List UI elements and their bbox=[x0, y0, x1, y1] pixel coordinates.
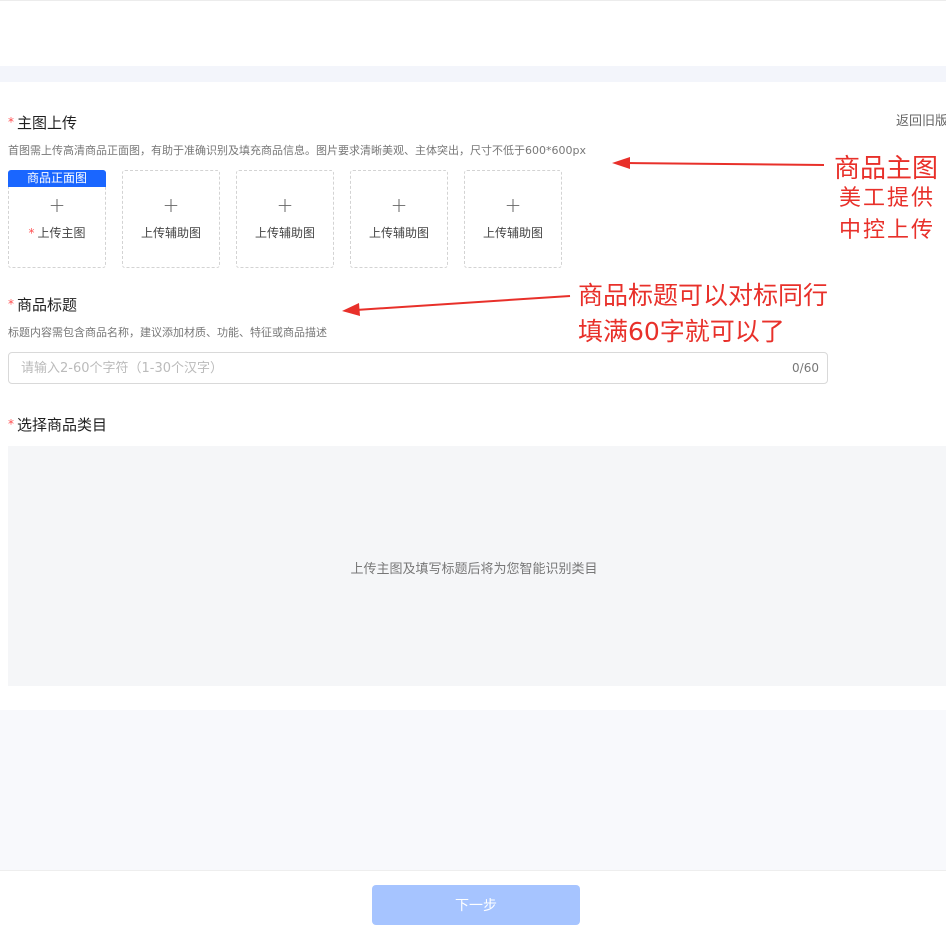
main-image-description: 首图需上传高清商品正面图，有助于准确识别及填充商品信息。图片要求清晰美观、主体突… bbox=[8, 144, 586, 157]
upload-aux-image-slot-4[interactable]: + 上传辅助图 bbox=[464, 170, 562, 268]
annotation-title-line-2: 填满60字就可以了 bbox=[578, 317, 785, 346]
upload-slot-label: * 上传主图 bbox=[9, 224, 105, 241]
main-image-arrowhead-icon bbox=[612, 157, 630, 169]
plus-icon: + bbox=[276, 193, 294, 217]
product-title-description: 标题内容需包含商品名称，建议添加材质、功能、特征或商品描述 bbox=[8, 326, 327, 339]
upload-slot-label: 上传辅助图 bbox=[482, 226, 543, 240]
product-title-field[interactable]: 0/60 bbox=[8, 352, 828, 384]
required-mark: * bbox=[28, 226, 35, 240]
annotation-main-image-line-2: 美工提供 bbox=[839, 186, 936, 211]
upload-aux-image-slot-3[interactable]: + 上传辅助图 bbox=[350, 170, 448, 268]
product-title-section-title: * 商品标题 bbox=[8, 294, 77, 315]
required-mark: * bbox=[8, 115, 14, 129]
front-image-tag: 商品正面图 bbox=[8, 170, 106, 187]
plus-icon: + bbox=[162, 193, 180, 217]
top-header-area bbox=[0, 0, 946, 66]
upload-aux-image-slot-2[interactable]: + 上传辅助图 bbox=[236, 170, 334, 268]
plus-icon: + bbox=[504, 193, 522, 217]
upload-aux-image-slot-1[interactable]: + 上传辅助图 bbox=[122, 170, 220, 268]
category-hint: 上传主图及填写标题后将为您智能识别类目 bbox=[350, 562, 598, 577]
next-step-button[interactable]: 下一步 bbox=[372, 885, 580, 925]
plus-icon: + bbox=[48, 193, 66, 217]
upload-main-label: 上传主图 bbox=[37, 226, 86, 240]
category-title-text: 选择商品类目 bbox=[17, 416, 108, 434]
return-old-version-link[interactable]: 返回旧版 bbox=[896, 110, 946, 129]
main-image-section-title: * 主图上传 bbox=[8, 112, 77, 133]
footer-bar: 下一步 bbox=[0, 870, 946, 934]
title-arrow-line bbox=[355, 295, 571, 311]
required-mark: * bbox=[8, 297, 14, 311]
required-mark: * bbox=[8, 417, 14, 431]
upload-slot-label: 上传辅助图 bbox=[254, 226, 315, 240]
product-title-text: 商品标题 bbox=[17, 296, 78, 314]
title-arrowhead-icon bbox=[342, 303, 360, 316]
lower-blank-area bbox=[0, 710, 946, 870]
product-publish-page: 返回旧版 * 主图上传 首图需上传高清商品正面图，有助于准确识别及填充商品信息。图… bbox=[0, 0, 946, 934]
main-image-arrow-line bbox=[625, 162, 825, 166]
product-title-input[interactable] bbox=[9, 353, 769, 383]
upload-slot-label: 上传辅助图 bbox=[368, 226, 429, 240]
upload-slot-label: 上传辅助图 bbox=[140, 226, 201, 240]
category-section-title: * 选择商品类目 bbox=[8, 414, 107, 435]
top-divider-band bbox=[0, 66, 946, 82]
annotation-title-line-1: 商品标题可以对标同行 bbox=[578, 281, 829, 310]
plus-icon: + bbox=[390, 193, 408, 217]
upload-main-image-slot[interactable]: 商品正面图 + * 上传主图 bbox=[8, 170, 106, 268]
main-image-title-text: 主图上传 bbox=[17, 114, 78, 132]
category-recognition-area: 上传主图及填写标题后将为您智能识别类目 bbox=[8, 446, 946, 686]
char-count: 0/60 bbox=[792, 361, 819, 375]
annotation-main-image-line-3: 中控上传 bbox=[839, 218, 936, 243]
